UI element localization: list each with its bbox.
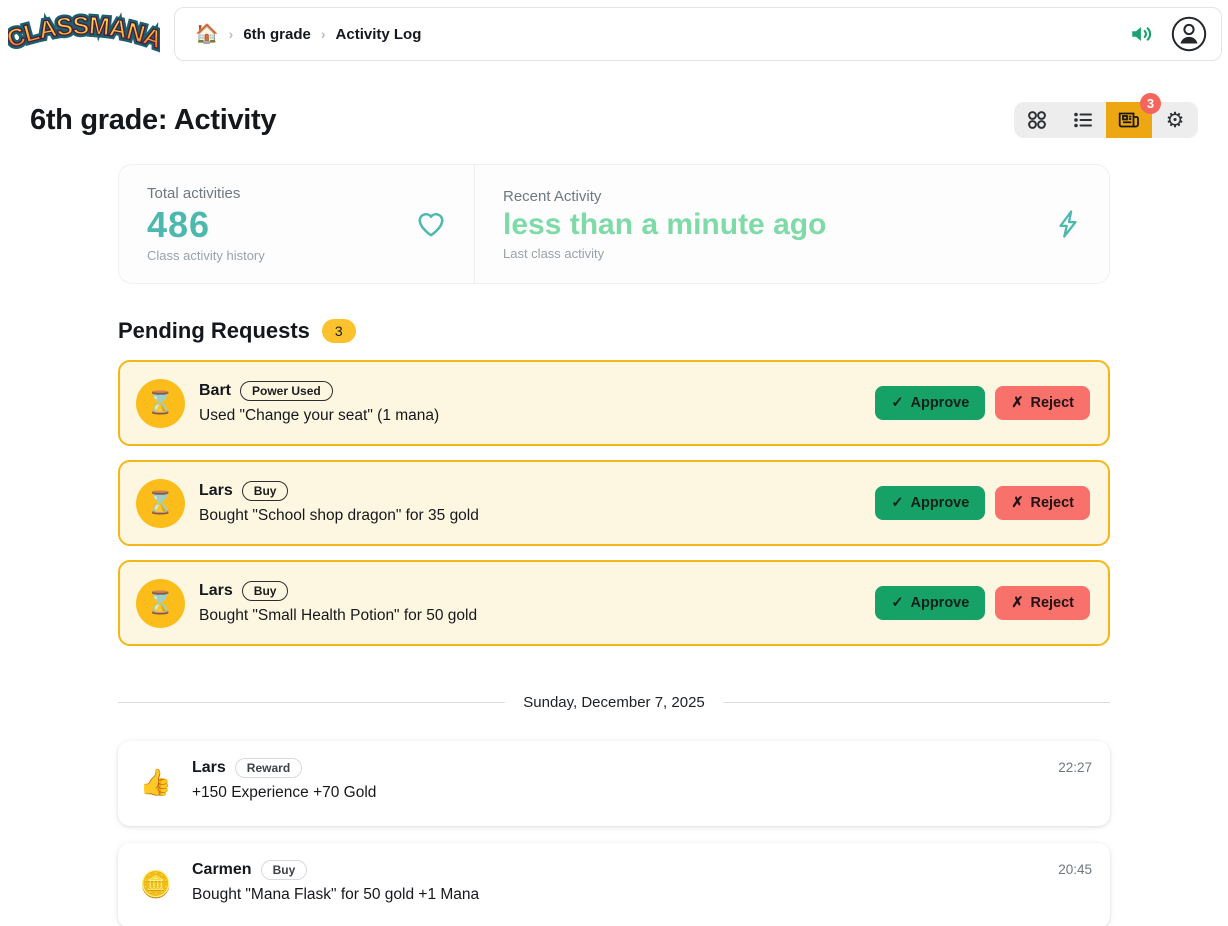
pending-request-card: ⌛ Bart Power Used Used "Change your seat… [118, 360, 1110, 446]
student-name: Lars [199, 482, 233, 500]
divider-line [723, 702, 1110, 703]
request-description: Bought "School shop dragon" for 35 gold [199, 507, 861, 525]
reject-button[interactable]: ✗ Reject [995, 586, 1090, 620]
check-icon: ✓ [891, 395, 903, 411]
hourglass-glyph: ⌛ [147, 590, 174, 616]
home-icon[interactable]: 🏠 [195, 22, 219, 46]
approve-label: Approve [910, 595, 969, 611]
lightning-icon [1055, 209, 1081, 239]
gear-icon: ⚙ [1166, 110, 1185, 131]
divider-line [118, 702, 505, 703]
x-icon: ✗ [1011, 495, 1023, 511]
activity-description: Bought "Mana Flask" for 50 gold +1 Mana [192, 886, 1044, 904]
x-icon: ✗ [1011, 395, 1023, 411]
classmana-logo[interactable]: CLASSMANA CLASSMANA [8, 6, 160, 62]
pending-request-card: ⌛ Lars Buy Bought "School shop dragon" f… [118, 460, 1110, 546]
activity-feed-view-button[interactable]: 3 [1106, 102, 1152, 138]
breadcrumb-activity-log[interactable]: Activity Log [336, 26, 422, 43]
total-activities-value: 486 [147, 204, 265, 245]
page-title: 6th grade: Activity [30, 104, 276, 137]
stat-sublabel: Last class activity [503, 246, 826, 261]
breadcrumb: 🏠 › 6th grade › Activity Log [195, 22, 421, 46]
chevron-right-icon: › [229, 26, 234, 42]
activity-stats-card: Total activities 486 Class activity hist… [118, 164, 1110, 284]
user-avatar-icon[interactable] [1171, 16, 1207, 52]
approve-button[interactable]: ✓ Approve [875, 586, 985, 620]
approve-button[interactable]: ✓ Approve [875, 486, 985, 520]
activity-log-entry: 👍 Lars Reward +150 Experience +70 Gold 2… [118, 741, 1110, 826]
hourglass-glyph: ⌛ [147, 490, 174, 516]
reject-label: Reject [1030, 495, 1074, 511]
activity-type-badge: Buy [261, 860, 308, 880]
student-name: Carmen [192, 861, 252, 879]
reject-label: Reject [1030, 395, 1074, 411]
student-name: Lars [199, 582, 233, 600]
thumbs-up-icon: 👍 [134, 756, 178, 809]
pending-request-card: ⌛ Lars Buy Bought "Small Health Potion" … [118, 560, 1110, 646]
breadcrumb-bar: 🏠 › 6th grade › Activity Log [174, 7, 1222, 61]
newspaper-icon [1118, 109, 1140, 131]
activity-description: +150 Experience +70 Gold [192, 784, 1044, 802]
x-icon: ✗ [1011, 595, 1023, 611]
hourglass-icon: ⌛ [136, 479, 185, 528]
student-name: Lars [192, 759, 226, 777]
check-icon: ✓ [891, 595, 903, 611]
stat-label: Total activities [147, 185, 265, 202]
total-activities-stat: Total activities 486 Class activity hist… [119, 165, 475, 283]
top-bar: CLASSMANA CLASSMANA 🏠 › 6th grade › Acti… [0, 0, 1228, 66]
list-icon [1072, 109, 1094, 131]
pending-requests-count-badge: 3 [322, 319, 356, 343]
reject-label: Reject [1030, 595, 1074, 611]
date-divider: Sunday, December 7, 2025 [118, 694, 1110, 711]
reject-button[interactable]: ✗ Reject [995, 386, 1090, 420]
check-icon: ✓ [891, 495, 903, 511]
stat-sublabel: Class activity history [147, 248, 265, 263]
pending-requests-title: Pending Requests [118, 318, 310, 344]
activity-timestamp: 22:27 [1058, 756, 1092, 809]
activity-type-badge: Power Used [240, 381, 333, 401]
view-toggle-group: 3 ⚙ [1014, 102, 1198, 138]
recent-activity-stat: Recent Activity less than a minute ago L… [475, 165, 1109, 283]
date-header: Sunday, December 7, 2025 [523, 694, 705, 711]
student-name: Bart [199, 382, 231, 400]
activity-type-badge: Buy [242, 581, 289, 601]
hourglass-icon: ⌛ [136, 379, 185, 428]
request-description: Used "Change your seat" (1 mana) [199, 407, 861, 425]
heart-icon [416, 210, 446, 238]
coin-icon: 🪙 [134, 858, 178, 911]
chevron-right-icon: › [321, 26, 326, 42]
list-view-button[interactable] [1060, 102, 1106, 138]
hourglass-icon: ⌛ [136, 579, 185, 628]
grid-view-button[interactable] [1014, 102, 1060, 138]
activity-type-badge: Buy [242, 481, 289, 501]
sound-on-icon[interactable] [1129, 21, 1155, 47]
approve-label: Approve [910, 395, 969, 411]
request-description: Bought "Small Health Potion" for 50 gold [199, 607, 861, 625]
activity-timestamp: 20:45 [1058, 858, 1092, 911]
activity-log-entry: 🪙 Carmen Buy Bought "Mana Flask" for 50 … [118, 843, 1110, 926]
svg-text:CLASSMANA: CLASSMANA [8, 12, 160, 55]
approve-label: Approve [910, 495, 969, 511]
breadcrumb-class[interactable]: 6th grade [243, 26, 311, 43]
recent-activity-value: less than a minute ago [503, 207, 826, 243]
grid-icon [1026, 109, 1048, 131]
reject-button[interactable]: ✗ Reject [995, 486, 1090, 520]
stat-label: Recent Activity [503, 188, 826, 205]
approve-button[interactable]: ✓ Approve [875, 386, 985, 420]
activity-type-badge: Reward [235, 758, 302, 778]
pending-count-badge: 3 [1140, 93, 1161, 114]
hourglass-glyph: ⌛ [147, 390, 174, 416]
